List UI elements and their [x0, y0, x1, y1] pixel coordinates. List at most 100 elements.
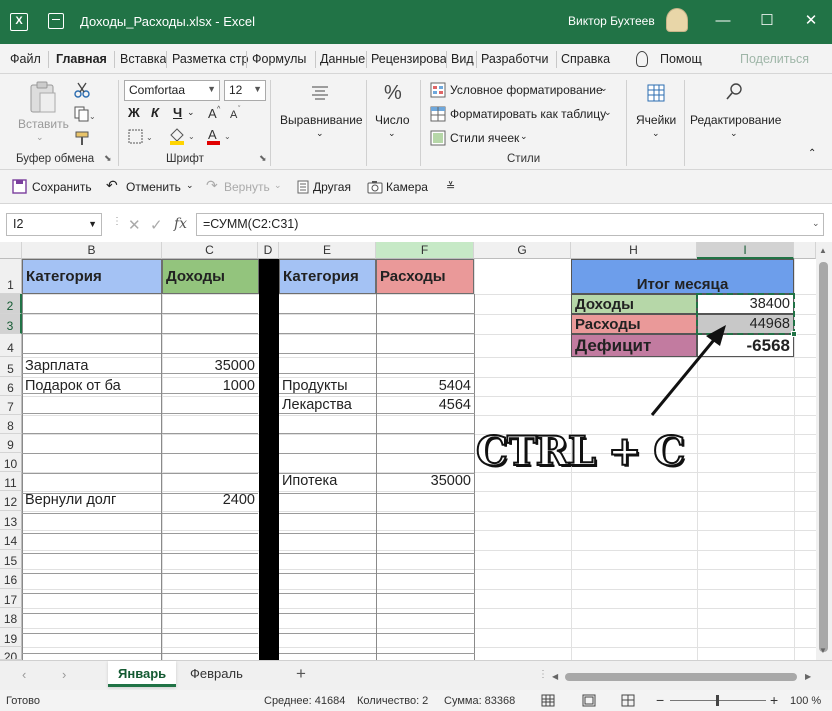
column-header-f[interactable]: F [376, 242, 474, 259]
chevron-down-icon[interactable]: ⌄ [274, 180, 282, 191]
chevron-down-icon[interactable]: ⌄ [36, 132, 44, 143]
status-count[interactable]: Количество: 2 [357, 695, 428, 707]
row-header[interactable]: 16 [0, 569, 22, 589]
chevron-down-icon[interactable]: ⌄ [186, 180, 194, 191]
tab-review[interactable]: Рецензирова [371, 52, 447, 66]
column-header-i[interactable]: I [697, 242, 794, 259]
paste-icon[interactable] [28, 80, 58, 114]
undo-button[interactable]: Отменить [126, 180, 181, 194]
name-box[interactable]: I2 ▼ [6, 213, 102, 236]
formula-input[interactable]: =СУММ(C2:C31) [196, 213, 824, 236]
row-header[interactable]: 9 [0, 434, 22, 453]
column-header-b[interactable]: B [22, 242, 162, 259]
enter-icon[interactable]: ✓ [150, 216, 163, 234]
lightbulb-icon[interactable] [636, 51, 648, 67]
tab-developer[interactable]: Разработчи [481, 52, 548, 66]
zoom-level[interactable]: 100 % [790, 695, 821, 707]
scroll-down-icon[interactable]: ▼ [819, 646, 827, 655]
scroll-right-icon[interactable]: ▶ [805, 672, 811, 681]
undo-icon[interactable]: ↶ [106, 177, 118, 194]
camera-button[interactable]: Камера [386, 180, 428, 194]
editing-button[interactable]: Редактирование [690, 113, 781, 127]
status-sum[interactable]: Сумма: 83368 [444, 695, 515, 707]
row-header[interactable]: 11 [0, 472, 22, 491]
row-header[interactable]: 12 [0, 491, 22, 511]
borders-icon[interactable]: ⌄ [128, 128, 160, 146]
cells-button[interactable]: Ячейки [636, 113, 676, 127]
conditional-format-icon[interactable] [430, 82, 446, 98]
italic-button[interactable]: К [151, 105, 159, 120]
cell-e7[interactable]: Лекарства [279, 396, 376, 415]
row-header[interactable]: 20 [0, 647, 22, 660]
close-button[interactable]: ✕ [796, 8, 826, 34]
sheet-tab-february[interactable]: Февраль [180, 661, 253, 687]
cell-f1[interactable]: Расходы [376, 259, 474, 294]
column-header-g[interactable]: G [474, 242, 571, 259]
scroll-up-icon[interactable]: ▲ [819, 246, 827, 255]
number-format-button[interactable]: Число [375, 113, 410, 127]
row-header[interactable]: 17 [0, 589, 22, 608]
vertical-scroll-thumb[interactable] [819, 262, 828, 652]
chevron-down-icon[interactable]: ⌄ [520, 131, 528, 142]
redo-button[interactable]: Вернуть [224, 180, 270, 194]
cell-b6[interactable]: Подарок от ба [22, 377, 162, 396]
cancel-icon[interactable]: ✕ [128, 216, 141, 234]
next-sheet-icon[interactable]: › [62, 667, 66, 682]
chevron-down-icon[interactable]: ⌄ [600, 83, 608, 94]
font-name-select[interactable]: Comfortaa ▼ [124, 80, 220, 101]
chevron-down-icon[interactable]: ⌄ [730, 128, 738, 139]
cell-f7[interactable]: 4564 [376, 396, 474, 415]
row-header[interactable]: 18 [0, 608, 22, 628]
chevron-down-icon[interactable]: ⌄ [388, 128, 396, 139]
camera-icon[interactable] [367, 180, 383, 194]
tab-home[interactable]: Главная [56, 52, 107, 66]
dialog-launcher-icon[interactable]: ⬊ [259, 153, 267, 164]
zoom-slider-thumb[interactable] [716, 695, 719, 706]
cells-icon[interactable] [647, 84, 665, 102]
row-header[interactable]: 15 [0, 550, 22, 569]
tab-page-layout[interactable]: Разметка стр [172, 52, 248, 66]
column-header-c[interactable]: C [162, 242, 258, 259]
row-header[interactable]: 13 [0, 511, 22, 530]
bold-button[interactable]: Ж [128, 105, 140, 120]
sheet-tab-january[interactable]: Январь [108, 661, 177, 687]
format-as-table-button[interactable]: Форматировать как таблицу [450, 107, 606, 121]
cell-h2[interactable]: Доходы [571, 294, 697, 314]
font-color-icon[interactable]: A ⌄ [206, 126, 238, 146]
fill-handle[interactable] [791, 331, 797, 337]
select-all-corner[interactable] [0, 242, 22, 259]
row-header[interactable]: 19 [0, 628, 22, 647]
chevron-down-icon[interactable]: ⌄ [604, 107, 612, 118]
copy-icon[interactable]: ⌄ [74, 106, 94, 122]
chevron-down-icon[interactable]: ⌄ [187, 107, 195, 118]
add-sheet-button[interactable]: + [296, 664, 306, 684]
alignment-button[interactable]: Выравнивание [280, 113, 363, 127]
page-layout-view-icon[interactable] [582, 694, 596, 707]
format-painter-icon[interactable] [74, 130, 92, 146]
worksheet-grid[interactable]: B C D E F G H I 1 2 3 4 5 6 7 8 9 10 11 … [0, 242, 816, 660]
column-header-d[interactable]: D [258, 242, 279, 259]
row-header[interactable]: 8 [0, 415, 22, 434]
vertical-scrollbar[interactable]: ▲ ▼ [816, 242, 832, 660]
status-average[interactable]: Среднее: 41684 [264, 695, 345, 707]
row-header[interactable]: 1 [0, 259, 22, 294]
cell-styles-icon[interactable] [430, 130, 446, 146]
cell-e6[interactable]: Продукты [279, 377, 376, 396]
other-icon[interactable] [297, 180, 309, 194]
row-header[interactable]: 2 [0, 294, 22, 314]
cell-e11[interactable]: Ипотека [279, 472, 376, 491]
redo-icon[interactable]: ↷ [206, 177, 218, 194]
minimize-button[interactable]: — [708, 8, 738, 34]
cell-styles-button[interactable]: Стили ячеек [450, 131, 519, 145]
cell-b12[interactable]: Вернули долг [22, 491, 162, 511]
underline-button[interactable]: Ч [173, 105, 182, 120]
maximize-button[interactable]: ☐ [752, 8, 782, 34]
fill-color-icon[interactable]: ⌄ [168, 126, 200, 146]
normal-view-icon[interactable] [541, 694, 555, 707]
tab-data[interactable]: Данные [320, 52, 365, 66]
row-header[interactable]: 14 [0, 530, 22, 550]
column-header-next[interactable] [794, 242, 816, 259]
collapse-ribbon-icon[interactable]: ⌃ [808, 148, 816, 159]
dialog-launcher-icon[interactable]: ⬊ [104, 153, 112, 164]
chevron-down-icon[interactable]: ⌄ [652, 128, 660, 139]
